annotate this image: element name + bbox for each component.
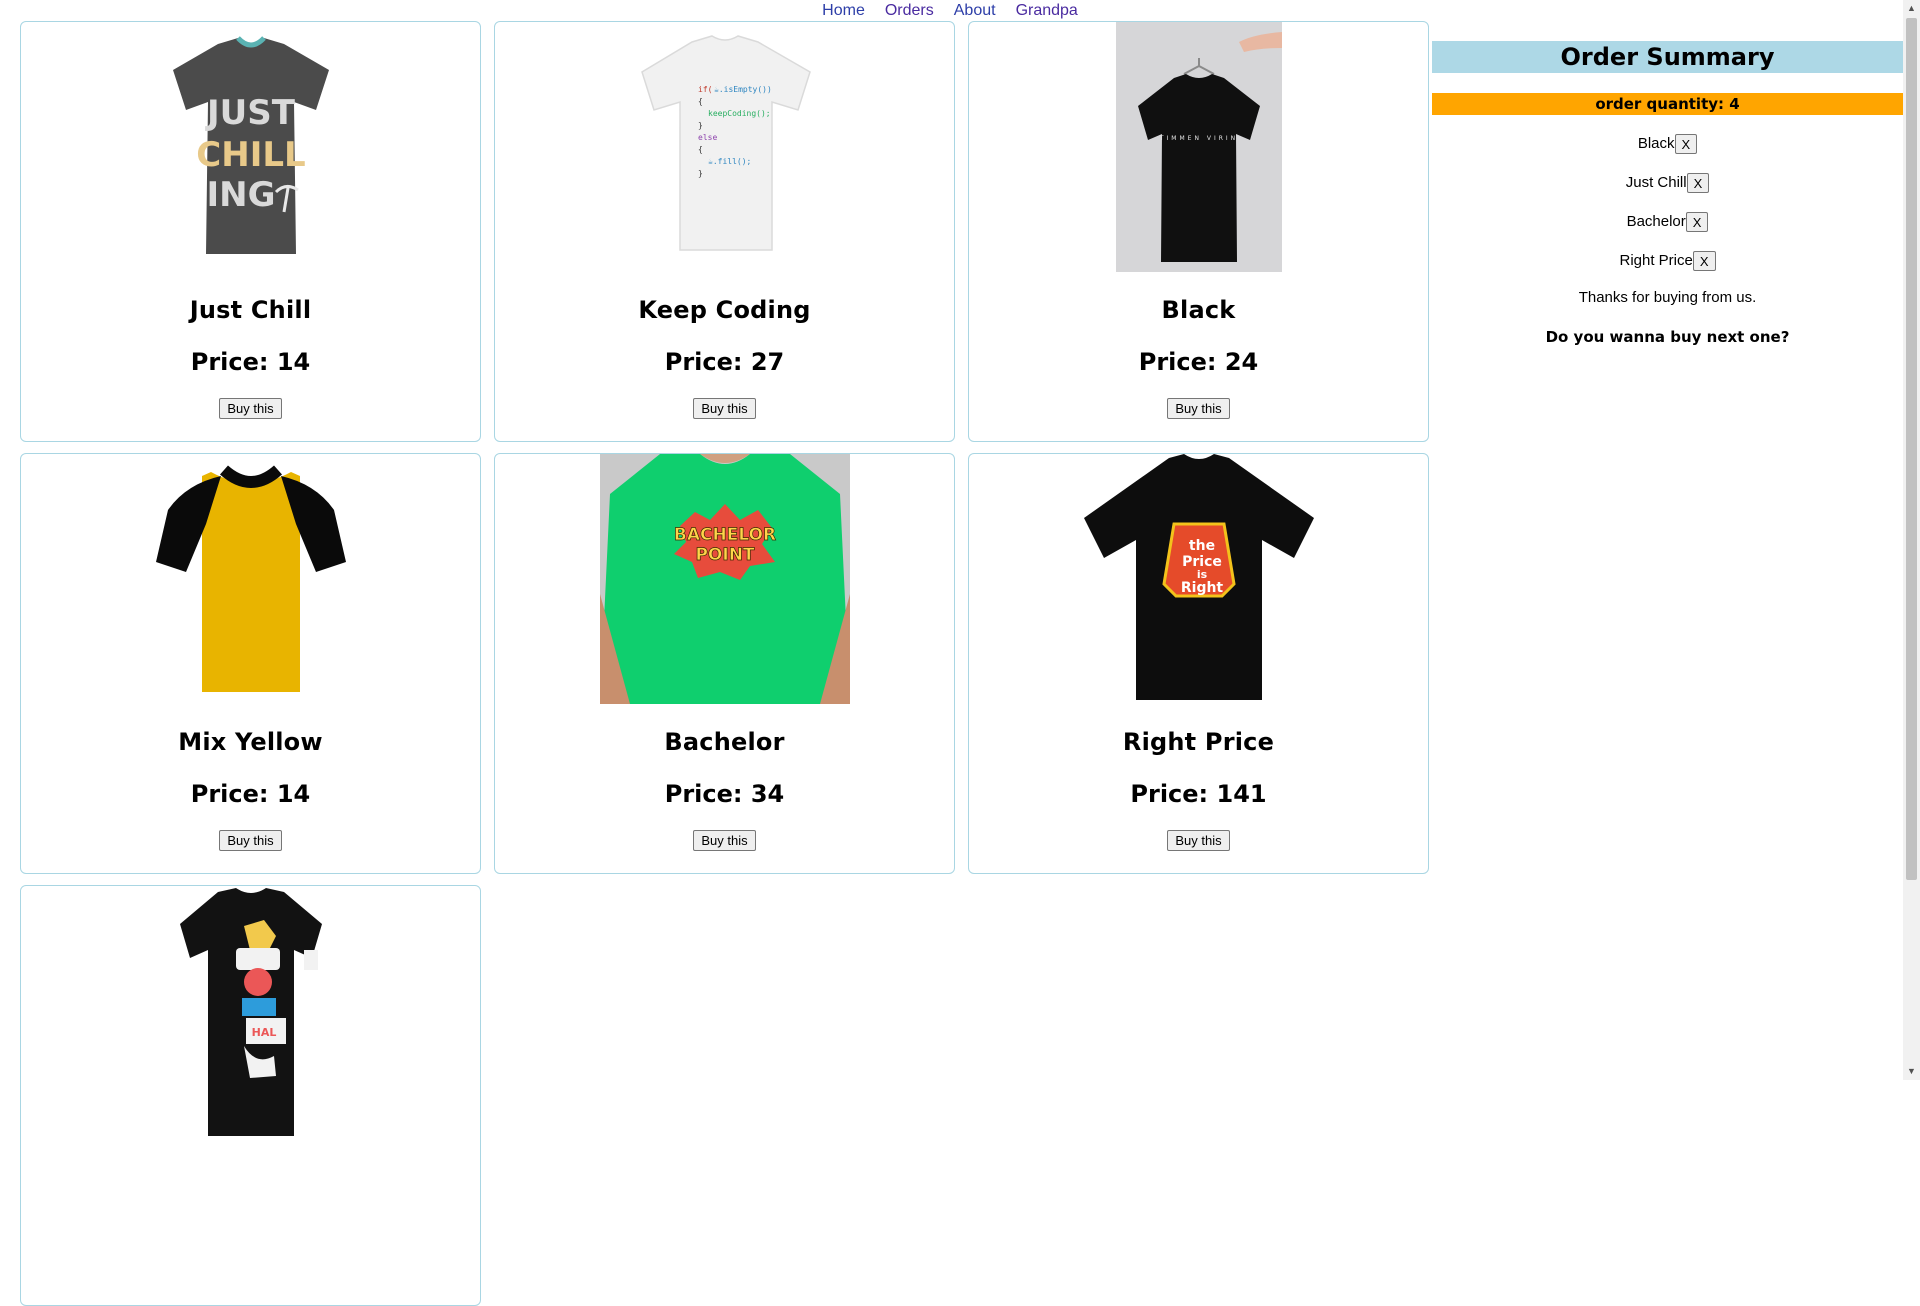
svg-text:if(: if(: [698, 85, 712, 94]
scrollbar-thumb[interactable]: [1906, 18, 1917, 880]
remove-item-button[interactable]: X: [1692, 251, 1716, 271]
svg-text:☕.isEmpty()): ☕.isEmpty()): [714, 85, 772, 94]
product-card: Mix Yellow Price: 14 Buy this: [20, 453, 481, 874]
order-summary: Order Summary order quantity: 4 Black X …: [1432, 41, 1903, 346]
order-quantity: order quantity: 4: [1432, 93, 1903, 115]
buy-button[interactable]: Buy this: [219, 830, 282, 851]
thanks-message: Thanks for buying from us.: [1578, 289, 1757, 306]
nav-orders-link[interactable]: Orders: [885, 0, 934, 22]
svg-text:CHILL: CHILL: [196, 135, 305, 175]
svg-text:the: the: [1188, 538, 1214, 554]
product-image-bachelor: BACHELOR POINT: [599, 454, 850, 704]
order-item: Right Price X: [1432, 250, 1903, 272]
order-item: Black X: [1432, 133, 1903, 155]
svg-text:HAL: HAL: [251, 1026, 276, 1039]
scroll-down-arrow-icon[interactable]: ▼: [1903, 1063, 1920, 1080]
svg-text:keepCoding();: keepCoding();: [708, 109, 771, 118]
product-image-just-chill: JUST CHILL ING: [125, 22, 376, 272]
svg-text:{: {: [698, 145, 703, 154]
product-image-keep-coding: if( ☕.isEmpty()) { keepCoding(); } else …: [599, 22, 850, 272]
buy-button[interactable]: Buy this: [693, 398, 756, 419]
nav-about-link[interactable]: About: [954, 0, 996, 22]
product-name: Just Chill: [189, 296, 312, 324]
product-price: Price: 141: [1130, 780, 1267, 808]
product-price: Price: 14: [190, 348, 311, 376]
product-card: the Price is Right Right Price Price: 14…: [968, 453, 1429, 874]
order-items-list: Black X Just Chill X Bachelor X Right Pr…: [1432, 133, 1903, 272]
product-name: Right Price: [1122, 728, 1275, 756]
order-item-name: Black: [1637, 135, 1675, 152]
product-card: TIMMEN VIRIN Black Price: 24 Buy this: [968, 21, 1429, 442]
buy-button[interactable]: Buy this: [693, 830, 756, 851]
product-image-black: TIMMEN VIRIN: [1074, 22, 1324, 272]
product-price: Price: 24: [1138, 348, 1259, 376]
product-image-mix-yellow: [125, 454, 376, 704]
product-image-right-price: the Price is Right: [1073, 454, 1324, 704]
order-item-name: Just Chill: [1625, 174, 1687, 191]
product-image-graphic-black: HAL: [125, 886, 376, 1136]
product-card: HAL: [20, 885, 481, 1306]
product-name: Bachelor: [664, 728, 785, 756]
product-card: BACHELOR POINT Bachelor Price: 34 Buy th…: [494, 453, 955, 874]
remove-item-button[interactable]: X: [1686, 173, 1710, 193]
buy-button[interactable]: Buy this: [1167, 398, 1230, 419]
order-item: Just Chill X: [1432, 172, 1903, 194]
order-item-name: Bachelor: [1626, 213, 1686, 230]
remove-item-button[interactable]: X: [1685, 212, 1709, 232]
svg-text:Right: Right: [1180, 580, 1223, 596]
order-summary-title: Order Summary: [1432, 41, 1903, 73]
vertical-scrollbar[interactable]: ▲ ▼: [1903, 0, 1920, 1080]
svg-text:ING: ING: [206, 175, 275, 215]
svg-text:JUST: JUST: [205, 93, 296, 133]
product-price: Price: 34: [664, 780, 785, 808]
nav-grandpa-link[interactable]: Grandpa: [1016, 0, 1078, 22]
product-name: Mix Yellow: [178, 728, 323, 756]
nav-home-link[interactable]: Home: [822, 0, 865, 22]
svg-text:}: }: [698, 169, 703, 178]
remove-item-button[interactable]: X: [1674, 134, 1698, 154]
svg-text:TIMMEN VIRIN: TIMMEN VIRIN: [1158, 135, 1237, 142]
next-purchase-prompt: Do you wanna buy next one?: [1545, 328, 1790, 346]
product-card: if( ☕.isEmpty()) { keepCoding(); } else …: [494, 21, 955, 442]
svg-text:☕.fill();: ☕.fill();: [708, 157, 751, 166]
svg-text:}: }: [698, 121, 703, 130]
order-item-name: Right Price: [1619, 252, 1693, 269]
scroll-up-arrow-icon[interactable]: ▲: [1903, 0, 1920, 17]
svg-text:{: {: [698, 97, 703, 106]
buy-button[interactable]: Buy this: [219, 398, 282, 419]
product-grid: JUST CHILL ING Just Chill Price: 14 Buy …: [20, 21, 1431, 1306]
product-name: Keep Coding: [638, 296, 811, 324]
product-card: JUST CHILL ING Just Chill Price: 14 Buy …: [20, 21, 481, 442]
order-item: Bachelor X: [1432, 211, 1903, 233]
buy-button[interactable]: Buy this: [1167, 830, 1230, 851]
svg-text:else: else: [698, 133, 717, 142]
product-name: Black: [1161, 296, 1236, 324]
product-price: Price: 14: [190, 780, 311, 808]
svg-text:POINT: POINT: [695, 545, 754, 565]
svg-text:BACHELOR: BACHELOR: [673, 525, 775, 545]
top-nav: Home Orders About Grandpa: [0, 0, 1900, 22]
product-price: Price: 27: [664, 348, 785, 376]
